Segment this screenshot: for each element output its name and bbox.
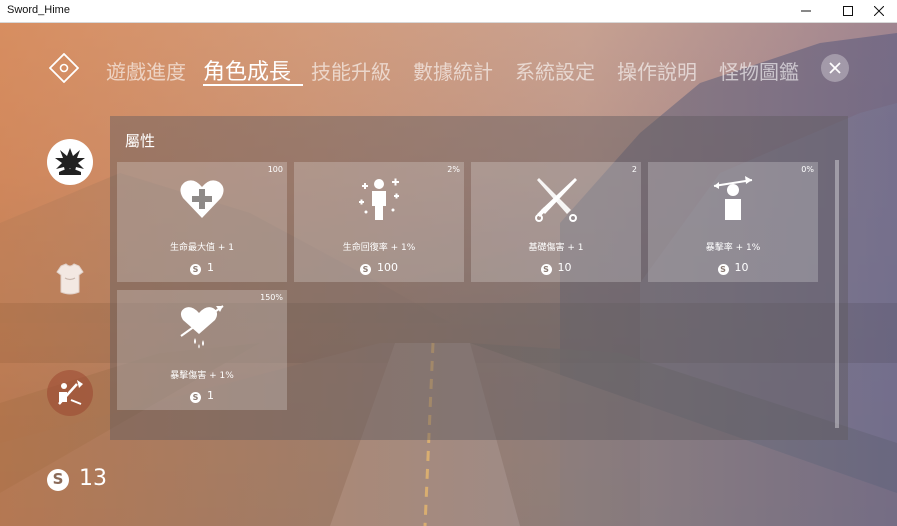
coin-icon: S xyxy=(190,392,201,403)
coin-icon: S xyxy=(47,469,69,491)
close-menu-button[interactable] xyxy=(821,54,849,82)
card-cost: S1 xyxy=(117,261,287,275)
attributes-panel: 屬性 100 生命最大值 + 1 S1 2% 生命回復率 + 1% S 100 2 xyxy=(110,116,848,440)
close-icon xyxy=(829,62,841,74)
tab-system-settings[interactable]: 系統設定 xyxy=(515,56,595,85)
upgrade-card-max-hp[interactable]: 100 生命最大值 + 1 S1 xyxy=(117,162,287,282)
active-tab-indicator xyxy=(203,84,303,86)
coin-icon: S xyxy=(717,264,729,275)
upgrade-card-crit-damage[interactable]: 150% 暴擊傷害 + 1% S1 xyxy=(117,290,287,410)
crossed-swords-icon xyxy=(535,178,577,222)
upgrade-card-hp-regen[interactable]: 2% 生命回復率 + 1% S 100 xyxy=(294,162,464,282)
maximize-icon xyxy=(843,6,853,16)
coin-count: 13 xyxy=(79,466,107,491)
tab-instructions[interactable]: 操作說明 xyxy=(617,56,697,85)
upgrade-card-crit-rate[interactable]: 0% 暴擊率 + 1% S 10 xyxy=(648,162,818,282)
coin-icon: S xyxy=(190,264,201,275)
coin-icon: S xyxy=(540,264,552,275)
tab-monster-encyclopedia[interactable]: 怪物圖鑑 xyxy=(719,56,799,85)
panel-title: 屬性 xyxy=(125,132,156,150)
swords-icon xyxy=(58,380,83,405)
tab-character-growth[interactable]: 角色成長 xyxy=(203,54,291,86)
card-level: 100 xyxy=(267,165,283,174)
logo-icon xyxy=(48,52,80,84)
card-level: 150% xyxy=(260,293,283,302)
card-cost: S1 xyxy=(117,389,287,403)
tab-skill-upgrade[interactable]: 技能升級 xyxy=(311,56,391,85)
card-label: 暴擊率 + 1% xyxy=(705,243,761,253)
card-level: 2 xyxy=(631,165,637,174)
side-nav-equipment[interactable] xyxy=(47,256,93,302)
upgrade-card-base-damage[interactable]: 2 基礎傷害 + 1 S 10 xyxy=(471,162,641,282)
scrollbar[interactable] xyxy=(835,160,839,428)
tab-statistics[interactable]: 數據統計 xyxy=(413,56,493,85)
arrow-head-icon xyxy=(713,176,753,220)
close-window-button[interactable] xyxy=(861,0,897,22)
title-bar: Sword_Hime xyxy=(0,0,897,23)
card-cost: S 100 xyxy=(294,261,464,275)
card-label: 基礎傷害 + 1 xyxy=(528,243,584,253)
minimize-icon xyxy=(801,10,811,12)
card-level: 0% xyxy=(801,165,814,174)
heart-plus-icon xyxy=(180,180,224,218)
explosion-icon xyxy=(55,148,85,175)
close-window-icon xyxy=(874,6,884,16)
armor-icon xyxy=(56,263,84,295)
minimize-button[interactable] xyxy=(788,0,824,22)
card-cost: S 10 xyxy=(648,261,818,275)
person-sparkle-icon xyxy=(359,178,399,220)
pierced-heart-icon xyxy=(180,305,224,349)
side-nav-attributes[interactable] xyxy=(47,139,93,185)
tab-game-progress[interactable]: 遊戲進度 xyxy=(106,56,186,85)
card-label: 生命最大值 + 1 xyxy=(170,243,234,253)
card-label: 暴擊傷害 + 1% xyxy=(170,371,234,381)
card-cost: S 10 xyxy=(471,261,641,275)
card-level: 2% xyxy=(447,165,460,174)
side-nav-skills[interactable] xyxy=(47,370,93,416)
window-title: Sword_Hime xyxy=(7,4,70,16)
coin-icon: S xyxy=(360,264,371,275)
card-label: 生命回復率 + 1% xyxy=(342,243,416,253)
